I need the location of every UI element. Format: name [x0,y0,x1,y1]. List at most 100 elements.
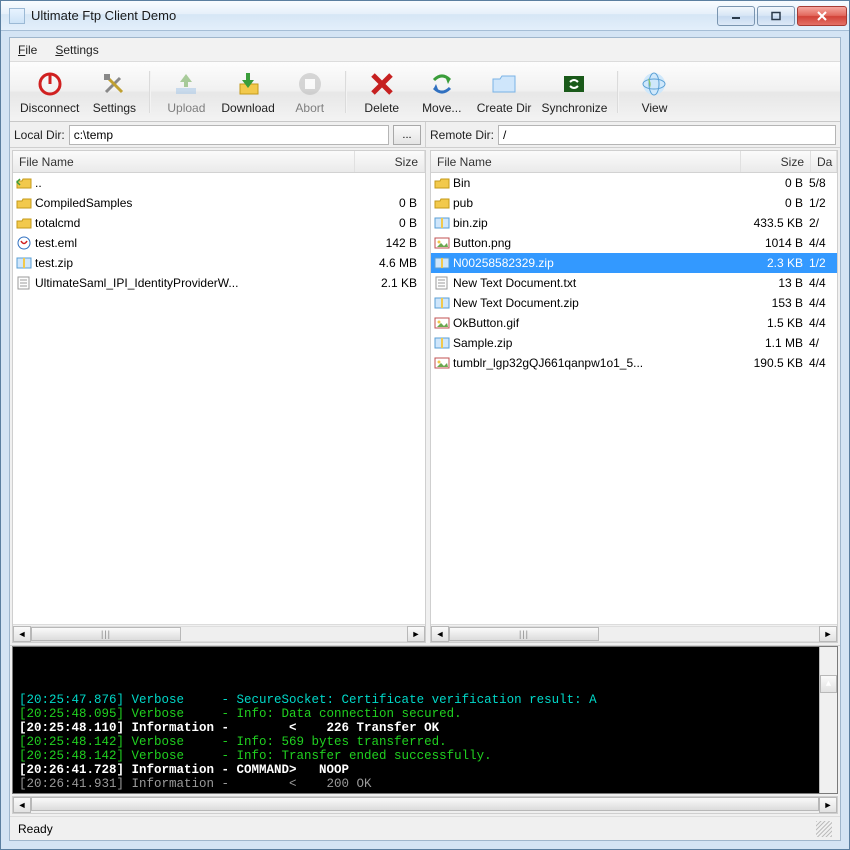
log-line: [20:26:41.931] Information - < 200 OK [19,777,831,791]
zip-icon [15,255,33,271]
resize-grip-icon[interactable] [816,821,832,837]
file-name: OkButton.gif [453,316,739,330]
abort-icon [295,69,325,99]
list-item[interactable]: test.eml142 B [13,233,425,253]
file-name: test.zip [35,256,353,270]
txt-icon [15,275,33,291]
window: Ultimate Ftp Client Demo File Settings [0,0,850,850]
globe-icon [639,69,669,99]
file-date: 1/2 [809,256,835,270]
file-size: 1.5 KB [739,316,809,330]
log-line: [20:25:48.142] Verbose - Info: 569 bytes… [19,735,831,749]
file-name: N00258582329.zip [453,256,739,270]
file-date: 2/ [809,216,835,230]
remote-dir-label: Remote Dir: [430,128,494,142]
sync-icon [559,69,589,99]
file-size: 190.5 KB [739,356,809,370]
list-item[interactable]: pub0 B1/2 [431,193,837,213]
folder-icon [489,69,519,99]
list-item[interactable]: UltimateSaml_IPI_IdentityProviderW...2.1… [13,273,425,293]
view-button[interactable]: View [625,66,683,118]
delete-button[interactable]: Delete [353,66,411,118]
list-item[interactable]: New Text Document.txt13 B4/4 [431,273,837,293]
scrollbar-thumb[interactable]: ||| [449,627,599,641]
zip-icon [433,255,451,271]
menu-bar: File Settings [10,38,840,62]
scroll-right-icon[interactable]: ► [819,797,837,813]
list-item[interactable]: totalcmd0 B [13,213,425,233]
up-icon [15,175,33,191]
status-text: Ready [18,822,53,836]
list-item[interactable]: Bin0 B5/8 [431,173,837,193]
upload-button[interactable]: Upload [157,66,215,118]
scroll-up-icon[interactable]: ▲ [820,675,837,693]
scrollbar-horizontal[interactable]: ◄ ||| ► [13,624,425,642]
app-icon [9,8,25,24]
synchronize-button[interactable]: Synchronize [537,66,611,118]
disconnect-button[interactable]: Disconnect [16,66,83,118]
scroll-left-icon[interactable]: ◄ [13,797,31,813]
zip-icon [433,295,451,311]
list-item[interactable]: .. [13,173,425,193]
list-item[interactable]: New Text Document.zip153 B4/4 [431,293,837,313]
file-size: 433.5 KB [739,216,809,230]
scrollbar-horizontal[interactable]: ◄ ► [12,796,838,814]
close-button[interactable] [797,6,847,26]
titlebar[interactable]: Ultimate Ftp Client Demo [1,1,849,31]
move-button[interactable]: Move... [413,66,471,118]
remote-file-list: File Name Size Da Bin0 B5/8pub0 B1/2bin.… [430,150,838,643]
log-line: [20:25:48.095] Verbose - Info: Data conn… [19,707,831,721]
upload-icon [171,69,201,99]
column-header[interactable]: File Name Size [13,151,425,173]
list-item[interactable]: test.zip4.6 MB [13,253,425,273]
create-dir-button[interactable]: Create Dir [473,66,536,118]
download-button[interactable]: Download [217,66,278,118]
scrollbar-thumb[interactable]: ||| [31,627,181,641]
file-date: 1/2 [809,196,835,210]
list-item[interactable]: bin.zip433.5 KB2/ [431,213,837,233]
list-item[interactable]: Button.png1014 B4/4 [431,233,837,253]
file-date: 4/4 [809,316,835,330]
scroll-right-icon[interactable]: ► [819,626,837,642]
txt-icon [433,275,451,291]
gif-icon [433,315,451,331]
file-name: New Text Document.zip [453,296,739,310]
browse-button[interactable]: ... [393,125,421,145]
file-name: Button.png [453,236,739,250]
scroll-left-icon[interactable]: ◄ [431,626,449,642]
scrollbar-vertical[interactable]: ▲ [819,647,837,793]
separator-icon [345,71,347,113]
list-item[interactable]: N00258582329.zip2.3 KB1/2 [431,253,837,273]
file-size: 1.1 MB [739,336,809,350]
delete-icon [367,69,397,99]
minimize-button[interactable] [717,6,755,26]
list-item[interactable]: CompiledSamples0 B [13,193,425,213]
file-size: 0 B [353,216,423,230]
client-area: File Settings Disconnect Settings [9,37,841,841]
scrollbar-horizontal[interactable]: ◄ ||| ► [431,624,837,642]
png-icon [433,235,451,251]
scrollbar-thumb[interactable] [31,797,819,811]
scroll-left-icon[interactable]: ◄ [13,626,31,642]
remote-dir-input[interactable] [498,125,836,145]
menu-file[interactable]: File [18,43,37,57]
scroll-right-icon[interactable]: ► [407,626,425,642]
log-line: [20:25:48.110] Information - < 226 Trans… [19,721,831,735]
window-title: Ultimate Ftp Client Demo [31,8,717,23]
list-item[interactable]: OkButton.gif1.5 KB4/4 [431,313,837,333]
list-item[interactable]: Sample.zip1.1 MB4/ [431,333,837,353]
abort-button[interactable]: Abort [281,66,339,118]
settings-button[interactable]: Settings [85,66,143,118]
menu-settings[interactable]: Settings [55,43,98,57]
toolbar: Disconnect Settings Upload Download [10,62,840,122]
column-header[interactable]: File Name Size Da [431,151,837,173]
file-size: 13 B [739,276,809,290]
log-console[interactable]: ▲ [20:25:47.876] Verbose - SecureSocket:… [12,646,838,794]
list-item[interactable]: tumblr_lgp32gQJ661qanpw1o1_5...190.5 KB4… [431,353,837,373]
move-icon [427,69,457,99]
file-name: bin.zip [453,216,739,230]
file-date: 4/ [809,336,835,350]
maximize-button[interactable] [757,6,795,26]
file-name: test.eml [35,236,353,250]
local-dir-input[interactable] [69,125,389,145]
